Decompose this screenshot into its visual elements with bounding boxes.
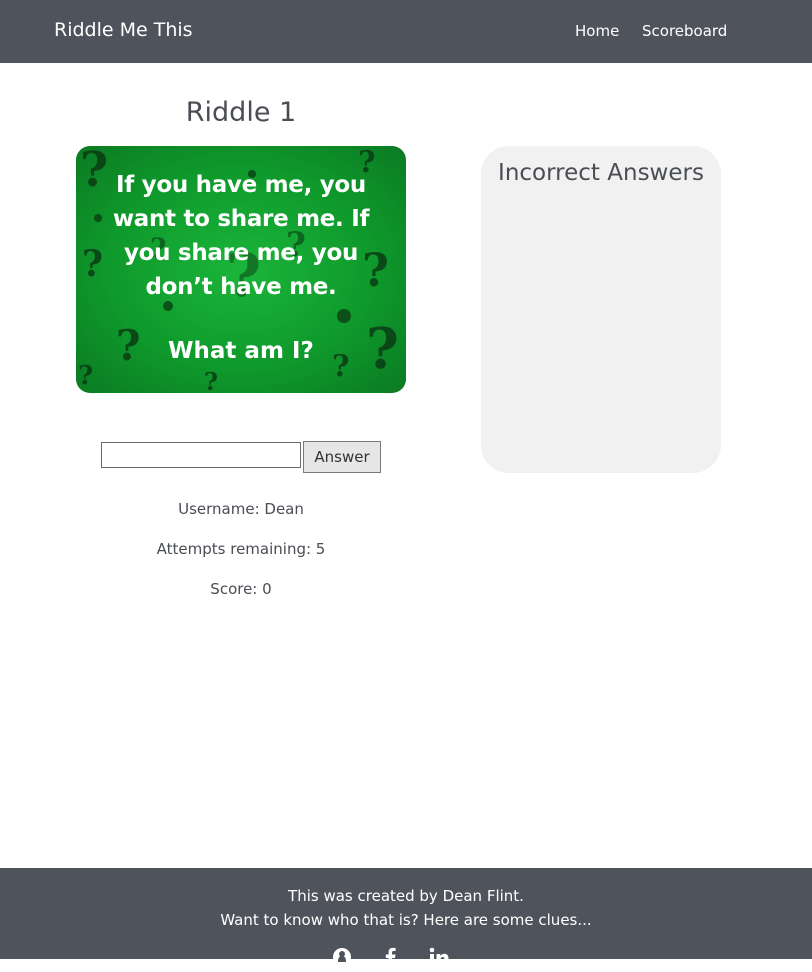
riddle-text: If you have me, you want to share me. If…: [112, 172, 370, 300]
username-text: Username: Dean: [178, 500, 304, 518]
incorrect-answers-panel: Incorrect Answers: [481, 146, 721, 473]
footer: This was created by Dean Flint. Want to …: [0, 868, 812, 967]
github-icon[interactable]: [331, 946, 353, 968]
footer-credit: This was created by Dean Flint.: [288, 887, 524, 905]
brand-link[interactable]: Riddle Me This: [54, 19, 193, 41]
facebook-icon[interactable]: [380, 946, 402, 968]
footer-clues: Want to know who that is? Here are some …: [220, 911, 592, 929]
linkedin-icon[interactable]: [428, 946, 450, 968]
incorrect-answers-title: Incorrect Answers: [498, 160, 704, 186]
svg-text:?: ?: [204, 367, 218, 393]
answer-input[interactable]: [101, 442, 301, 468]
score-text: Score: 0: [210, 580, 272, 598]
nav-home-link[interactable]: Home: [575, 22, 619, 40]
navbar: Riddle Me This Home Scoreboard: [0, 0, 812, 63]
svg-text:?: ?: [78, 361, 93, 391]
attempts-remaining-text: Attempts remaining: 5: [156, 540, 326, 558]
riddle-title: Riddle 1: [185, 97, 297, 128]
nav-scoreboard-link[interactable]: Scoreboard: [642, 22, 727, 40]
answer-button[interactable]: Answer: [303, 441, 381, 473]
riddle-question: What am I?: [168, 338, 314, 364]
riddle-image: ? ? ? ? ? ? ? ? ? ? ? ? If you have me, …: [76, 146, 406, 393]
